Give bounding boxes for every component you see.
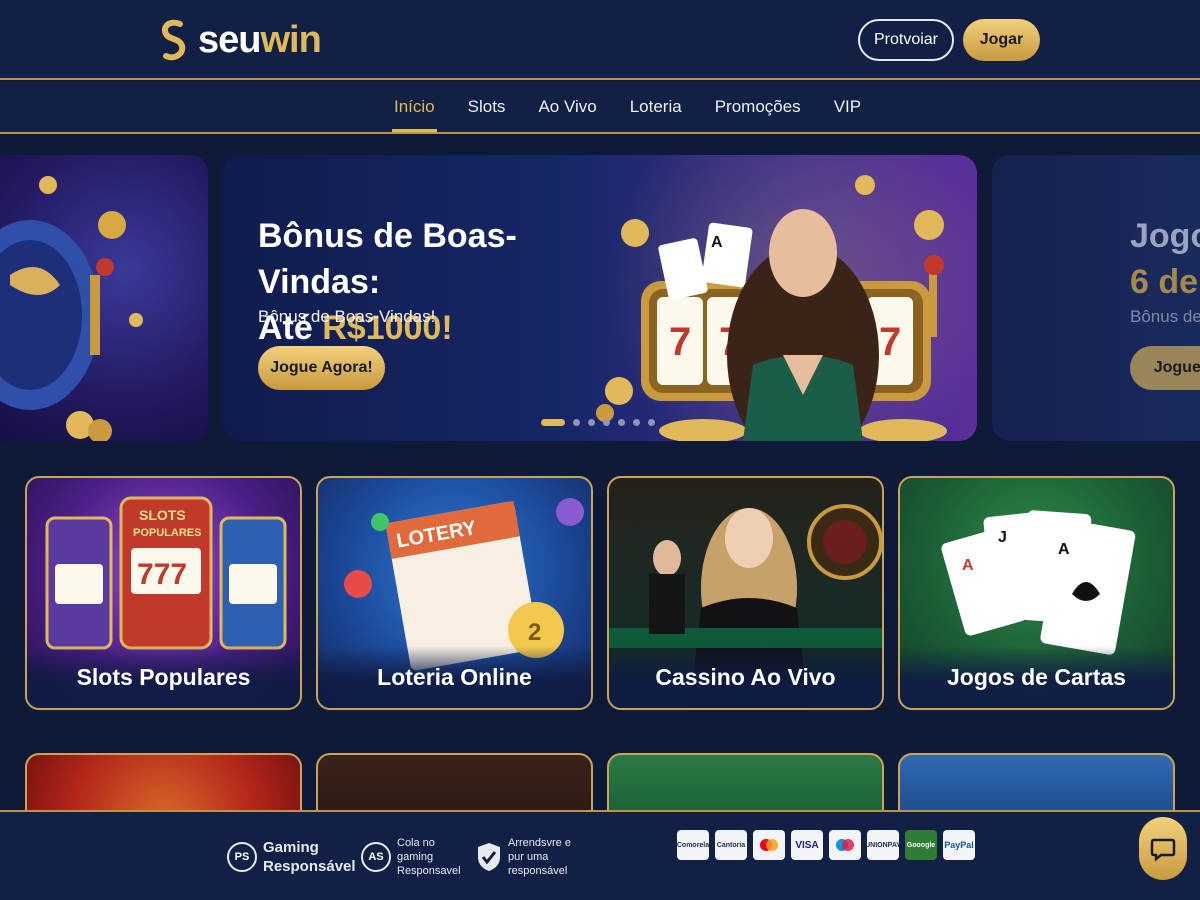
google-pay-logo: Gooogle xyxy=(905,830,937,860)
carousel-dot[interactable] xyxy=(648,419,655,426)
carousel-dot[interactable] xyxy=(618,419,625,426)
payment-methods: Comorela Cantoria VISA UNIONPAY Gooogle … xyxy=(677,830,975,860)
logo-suffix: win xyxy=(260,18,321,61)
ps-badge-icon: PS xyxy=(227,842,257,872)
next-slide-title: Jogos 6 de A xyxy=(1130,217,1200,301)
category-card-live-casino[interactable]: Cassino Ao Vivo xyxy=(607,476,884,710)
category-card-slots[interactable]: 777 SLOTS POPULARES Slots Populares xyxy=(25,476,302,710)
brand-logo[interactable]: seuwin xyxy=(158,16,322,64)
next-slide-cta[interactable]: Jogue A xyxy=(1130,346,1200,390)
category-label: Jogos de Cartas xyxy=(900,646,1173,708)
chat-bubble-icon[interactable] xyxy=(1139,817,1187,880)
svg-text:A: A xyxy=(962,557,974,574)
paypal-logo: PayPal xyxy=(943,830,975,860)
nav-item-ao-vivo[interactable]: Ao Vivo xyxy=(536,82,598,132)
hero-title: Bônus de Boas-Vindas: Até R$1000! xyxy=(258,213,618,351)
unionpay-logo: UNIONPAY xyxy=(865,830,901,860)
register-button[interactable]: Protvoiar xyxy=(858,19,954,61)
responsible-gaming-badge-2[interactable]: AS Cola no gaming Responsavel xyxy=(361,834,469,880)
nav-item-slots[interactable]: Slots xyxy=(466,82,508,132)
hero-subtitle: Bônus de Boas-Vindas! xyxy=(258,307,436,326)
trophy-slot-illustration xyxy=(0,176,143,441)
nav-item-vip[interactable]: VIP xyxy=(832,82,863,132)
svg-text:7: 7 xyxy=(669,320,691,364)
svg-text:A: A xyxy=(1058,541,1070,558)
payment-logo: Comorela xyxy=(677,830,709,860)
svg-text:777: 777 xyxy=(137,558,187,591)
play-button[interactable]: Jogar xyxy=(963,19,1040,61)
carousel-dots xyxy=(541,419,655,426)
carousel-dot[interactable] xyxy=(633,419,640,426)
lottery-ball-number: 2 xyxy=(528,619,541,646)
nav-item-promocoes[interactable]: Promoções xyxy=(713,82,803,132)
visa-logo: VISA xyxy=(791,830,823,860)
category-label: Loteria Online xyxy=(318,646,591,708)
payment-logo: Cantoria xyxy=(715,830,747,860)
category-card-card-games[interactable]: A J A Jogos de Cartas xyxy=(898,476,1175,710)
category-card-lottery[interactable]: LOTERY 2 Loteria Online xyxy=(316,476,593,710)
slots-sign-line2: POPULARES xyxy=(133,527,201,539)
svg-text:J: J xyxy=(998,529,1007,546)
carousel-dot[interactable] xyxy=(588,419,595,426)
category-label: Slots Populares xyxy=(27,646,300,708)
carousel-next-slide[interactable]: Jogos 6 de A Bônus de B Jogue A xyxy=(992,155,1200,441)
main-nav: Início Slots Ao Vivo Loteria Promoções V… xyxy=(0,82,1200,134)
nav-item-loteria[interactable]: Loteria xyxy=(628,82,684,132)
svg-text:7: 7 xyxy=(879,320,901,364)
next-slide-subtitle: Bônus de B xyxy=(1130,307,1200,326)
responsible-gaming-badge-3[interactable]: Arrendsvre e pur uma responsável xyxy=(476,834,582,880)
site-footer: PS Gaming Responsável AS Cola no gaming … xyxy=(0,810,1200,900)
carousel-dot[interactable] xyxy=(573,419,580,426)
hero-play-now-button[interactable]: Jogue Agora! xyxy=(258,346,385,390)
carousel-dot[interactable] xyxy=(541,419,565,426)
responsible-gaming-badge[interactable]: PS Gaming Responsável xyxy=(227,834,356,880)
shield-check-icon xyxy=(478,843,500,871)
swirl-s-logo-icon xyxy=(162,19,186,61)
carousel-main-slide[interactable]: 7 7 7 A Bônus de Boas-Vindas: Até R$1000… xyxy=(223,155,977,441)
mastercard-icon xyxy=(753,830,785,860)
site-header: seuwin Protvoiar Jogar xyxy=(0,0,1200,80)
category-label: Cassino Ao Vivo xyxy=(609,646,882,708)
logo-prefix: seu xyxy=(198,18,261,61)
slots-sign-line1: SLOTS xyxy=(139,507,186,523)
carousel-dot[interactable] xyxy=(603,419,610,426)
nav-item-inicio[interactable]: Início xyxy=(392,82,437,132)
carousel-prev-slide[interactable] xyxy=(0,155,208,441)
maestro-icon xyxy=(829,830,861,860)
as-badge-icon: AS xyxy=(361,842,391,872)
svg-text:A: A xyxy=(711,234,723,251)
hero-title-line1: Bônus de Boas-Vindas: xyxy=(258,217,517,301)
